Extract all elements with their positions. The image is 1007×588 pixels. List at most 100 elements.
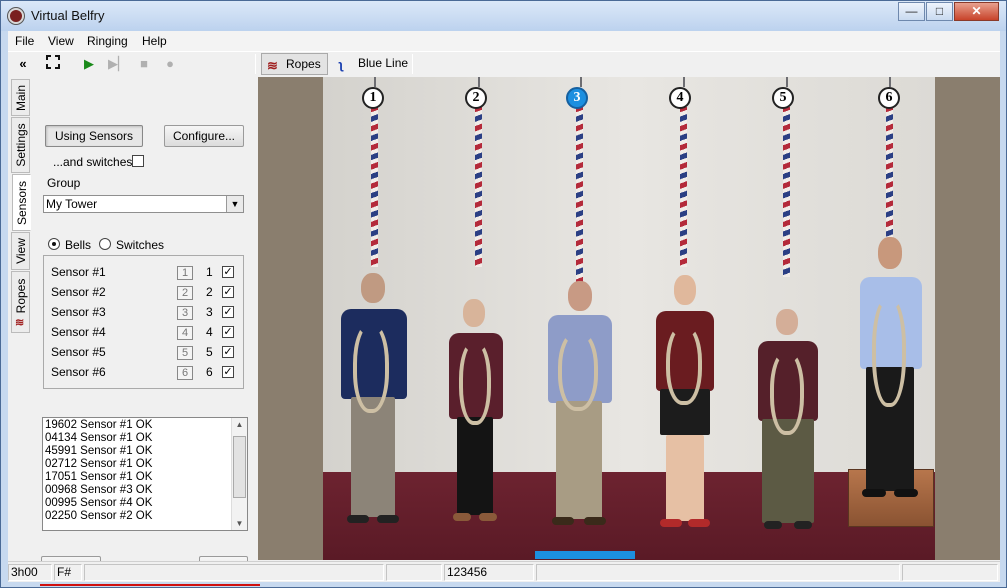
scroll-down-icon[interactable]: ▼ bbox=[232, 519, 247, 528]
menu-view[interactable]: View bbox=[48, 34, 74, 48]
status-field bbox=[536, 564, 900, 581]
log-scrollbar[interactable]: ▲ ▼ bbox=[231, 418, 247, 530]
tab-blue-line-label: Blue Line bbox=[358, 56, 409, 70]
sensor-row: Sensor #5 5 5 ✓ bbox=[44, 343, 243, 361]
sensor-log[interactable]: 19602 Sensor #1 OK 04134 Sensor #1 OK 45… bbox=[42, 417, 248, 531]
ringer-4 bbox=[650, 275, 720, 545]
rope-wire bbox=[786, 77, 788, 87]
scroll-thumb[interactable] bbox=[233, 436, 246, 498]
belfry-wall bbox=[323, 77, 935, 472]
title-bar[interactable]: Virtual Belfry — □ ✕ bbox=[1, 1, 1006, 31]
ringing-scene[interactable]: 1 2 3 4 5 6 bbox=[258, 77, 1000, 560]
switches-radio[interactable] bbox=[99, 238, 111, 250]
sensor-enabled-checkbox[interactable]: ✓ bbox=[222, 346, 234, 358]
sensor-box-number[interactable]: 5 bbox=[177, 346, 193, 360]
chevron-down-icon[interactable]: ▼ bbox=[226, 196, 243, 212]
group-select[interactable]: My Tower ▼ bbox=[43, 195, 244, 213]
rope-6[interactable] bbox=[886, 107, 893, 257]
side-tab-label: Ropes bbox=[13, 278, 28, 314]
rope-2[interactable] bbox=[475, 107, 482, 267]
side-tab-sensors[interactable]: Sensors bbox=[12, 174, 31, 231]
side-tab-settings[interactable]: Settings bbox=[11, 117, 30, 173]
ropes-icon: ≋ bbox=[15, 317, 25, 329]
step-icon: ▶▏ bbox=[108, 56, 128, 71]
sensor-enabled-checkbox[interactable]: ✓ bbox=[222, 286, 234, 298]
sensor-box-number[interactable]: 1 bbox=[177, 266, 193, 280]
client-area: File View Ringing Help « ▶ ▶▏ ■ ● ≋ Rope… bbox=[8, 31, 1000, 586]
rope-wire bbox=[580, 77, 582, 87]
sensor-name: Sensor #2 bbox=[51, 285, 106, 299]
sensor-box-number[interactable]: 4 bbox=[177, 326, 193, 340]
minimize-button[interactable]: — bbox=[898, 2, 925, 21]
menu-help[interactable]: Help bbox=[142, 34, 167, 48]
bell-number-badge: 5 bbox=[772, 87, 794, 109]
configure-button[interactable]: Configure... bbox=[164, 125, 244, 147]
menu-file[interactable]: File bbox=[15, 34, 34, 48]
rope-wire bbox=[683, 77, 685, 87]
fullscreen-icon[interactable] bbox=[44, 55, 62, 73]
side-tab-view[interactable]: View bbox=[11, 232, 30, 270]
side-tab-main[interactable]: Main bbox=[11, 79, 30, 116]
log-line: 17051 Sensor #1 OK bbox=[45, 471, 153, 483]
status-field bbox=[902, 564, 998, 581]
sensor-box-number[interactable]: 6 bbox=[177, 366, 193, 380]
sensor-name: Sensor #4 bbox=[51, 325, 106, 339]
and-switches-checkbox[interactable] bbox=[132, 155, 144, 167]
side-tab-label: Settings bbox=[13, 123, 28, 167]
sensor-bell-number: 1 bbox=[206, 265, 213, 279]
collapse-icon[interactable]: « bbox=[14, 55, 32, 73]
ropes-icon: ≋ bbox=[267, 58, 278, 73]
group-value: My Tower bbox=[46, 197, 98, 211]
sensor-enabled-checkbox[interactable]: ✓ bbox=[222, 266, 234, 278]
sensor-name: Sensor #3 bbox=[51, 305, 106, 319]
using-sensors-button[interactable]: Using Sensors bbox=[45, 125, 143, 147]
bell-app-icon bbox=[8, 8, 24, 24]
sensor-bell-number: 5 bbox=[206, 345, 213, 359]
switches-radio-label: Switches bbox=[116, 238, 165, 252]
blue-line-icon: ʅ bbox=[339, 57, 344, 72]
sensor-enabled-checkbox[interactable]: ✓ bbox=[222, 366, 234, 378]
sensor-enabled-checkbox[interactable]: ✓ bbox=[222, 326, 234, 338]
toolbar-separator bbox=[255, 54, 256, 74]
bell-number-badge: 6 bbox=[878, 87, 900, 109]
sensor-box-number[interactable]: 2 bbox=[177, 286, 193, 300]
sensor-row: Sensor #2 2 2 ✓ bbox=[44, 283, 243, 301]
maximize-button[interactable]: □ bbox=[926, 2, 953, 21]
sensor-row: Sensor #3 3 3 ✓ bbox=[44, 303, 243, 321]
log-line: 02712 Sensor #1 OK bbox=[45, 458, 153, 470]
rope-5[interactable] bbox=[783, 107, 790, 277]
side-tab-strip: Main Settings Sensors View Ropes ≋ bbox=[8, 77, 32, 557]
menu-ringing[interactable]: Ringing bbox=[87, 34, 128, 48]
toolbar: « ▶ ▶▏ ■ ● ≋ Ropes ʅ Blue Line bbox=[8, 51, 1000, 75]
rope-wire bbox=[889, 77, 891, 87]
active-indicator-line bbox=[40, 584, 260, 586]
sensor-row: Sensor #1 1 1 ✓ bbox=[44, 263, 243, 281]
status-bar: 3h00 F# 123456 bbox=[8, 561, 1000, 582]
bells-radio[interactable] bbox=[48, 238, 60, 250]
tab-blue-line[interactable]: ʅ Blue Line bbox=[334, 53, 414, 75]
play-icon[interactable]: ▶ bbox=[80, 55, 98, 73]
sensor-name: Sensor #1 bbox=[51, 265, 106, 279]
tab-ropes[interactable]: ≋ Ropes bbox=[261, 53, 328, 75]
group-label: Group bbox=[47, 176, 81, 190]
tab-ropes-label: Ropes bbox=[286, 57, 321, 71]
scroll-up-icon[interactable]: ▲ bbox=[232, 420, 247, 429]
sensors-panel: Using Sensors Configure... ...and switch… bbox=[32, 77, 260, 586]
rope-1[interactable] bbox=[371, 107, 378, 267]
sensor-bell-number: 3 bbox=[206, 305, 213, 319]
sensor-box-number[interactable]: 3 bbox=[177, 306, 193, 320]
sensor-enabled-checkbox[interactable]: ✓ bbox=[222, 306, 234, 318]
side-tab-label: Main bbox=[13, 84, 28, 111]
rope-4[interactable] bbox=[680, 107, 687, 267]
bell-number-badge-active: 3 bbox=[566, 87, 588, 109]
rope-wire bbox=[478, 77, 480, 87]
and-switches-label: ...and switches bbox=[53, 155, 133, 169]
rope-3[interactable] bbox=[576, 107, 583, 297]
ringer-3 bbox=[540, 281, 618, 541]
status-field bbox=[386, 564, 442, 581]
close-button[interactable]: ✕ bbox=[954, 2, 999, 21]
side-tab-ropes[interactable]: Ropes ≋ bbox=[11, 271, 30, 333]
log-line: 00995 Sensor #4 OK bbox=[45, 497, 153, 509]
bell-number-badge: 2 bbox=[465, 87, 487, 109]
log-line: 02250 Sensor #2 OK bbox=[45, 510, 153, 522]
